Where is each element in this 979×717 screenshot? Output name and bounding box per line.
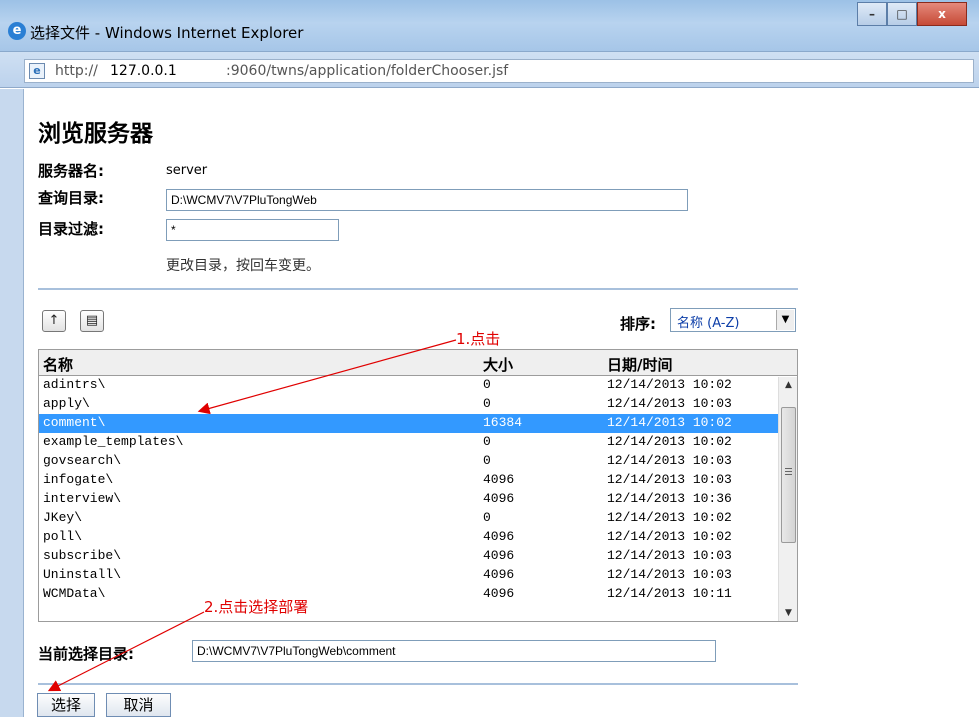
- list-item[interactable]: interview\ 4096 12/14/2013 10:36: [39, 490, 797, 509]
- cancel-button[interactable]: 取消: [106, 693, 171, 717]
- file-name: subscribe\: [43, 548, 122, 563]
- divider: [38, 683, 798, 685]
- current-dir-label: 当前选择目录:: [38, 645, 134, 663]
- column-header-name[interactable]: 名称: [43, 354, 73, 375]
- window-frame-left: [0, 89, 24, 717]
- chevron-down-icon[interactable]: ▼: [776, 310, 794, 330]
- address-field[interactable]: e http:// 127.0.0.1 :9060/twns/applicati…: [24, 59, 974, 83]
- server-value: server: [166, 163, 208, 178]
- ie-logo-icon: e: [8, 22, 26, 40]
- file-date: 12/14/2013 10:02: [607, 434, 732, 449]
- file-size: 0: [483, 453, 491, 468]
- file-name: poll\: [43, 529, 83, 544]
- list-scrollbar[interactable]: ▲ ▼: [778, 377, 797, 621]
- file-date: 12/14/2013 10:03: [607, 548, 732, 563]
- file-size: 0: [483, 510, 491, 525]
- file-date: 12/14/2013 10:11: [607, 586, 732, 601]
- file-date: 12/14/2013 10:03: [607, 453, 732, 468]
- close-button[interactable]: x: [917, 2, 967, 26]
- address-bar: e http:// 127.0.0.1 :9060/twns/applicati…: [0, 52, 979, 88]
- file-size: 4096: [483, 586, 515, 601]
- address-host: 127.0.0.1: [110, 63, 177, 79]
- grip-icon: [785, 468, 792, 475]
- directory-label: 查询目录:: [38, 189, 104, 207]
- scroll-thumb[interactable]: [781, 407, 796, 543]
- file-size: 4096: [483, 567, 515, 582]
- list-item[interactable]: adintrs\ 0 12/14/2013 10:02: [39, 376, 797, 395]
- new-folder-button[interactable]: ▤: [80, 310, 104, 332]
- file-date: 12/14/2013 10:03: [607, 396, 732, 411]
- file-date: 12/14/2013 10:03: [607, 567, 732, 582]
- file-size: 4096: [483, 548, 515, 563]
- annotation-step1: 1.点击: [456, 330, 501, 348]
- filter-label: 目录过滤:: [38, 220, 104, 238]
- list-item[interactable]: comment\ 16384 12/14/2013 10:02: [39, 414, 797, 433]
- file-name: WCMData\: [43, 586, 106, 601]
- list-item[interactable]: subscribe\ 4096 12/14/2013 10:03: [39, 547, 797, 566]
- filter-input[interactable]: *: [166, 219, 339, 241]
- file-name: example_templates\: [43, 434, 184, 449]
- file-name: govsearch\: [43, 453, 122, 468]
- file-date: 12/14/2013 10:03: [607, 472, 732, 487]
- list-item[interactable]: Uninstall\ 4096 12/14/2013 10:03: [39, 566, 797, 585]
- file-name: comment\: [43, 415, 106, 430]
- file-name: JKey\: [43, 510, 83, 525]
- annotation-step2: 2.点击选择部署: [204, 598, 309, 616]
- maximize-button[interactable]: □: [887, 2, 917, 26]
- file-date: 12/14/2013 10:02: [607, 377, 732, 392]
- scroll-down-icon[interactable]: ▼: [779, 605, 798, 621]
- file-size: 4096: [483, 472, 515, 487]
- file-date: 12/14/2013 10:36: [607, 491, 732, 506]
- list-header: 名称 大小 日期/时间: [38, 349, 798, 376]
- window-title: 选择文件 - Windows Internet Explorer: [30, 24, 304, 42]
- current-dir-field[interactable]: D:\WCMV7\V7PluTongWeb\comment: [192, 640, 716, 662]
- up-arrow-icon: ↑: [48, 313, 60, 328]
- address-prefix: http://: [55, 63, 98, 79]
- list-item[interactable]: WCMData\ 4096 12/14/2013 10:11: [39, 585, 797, 604]
- file-name: adintrs\: [43, 377, 106, 392]
- divider: [38, 288, 798, 290]
- minimize-button[interactable]: –: [857, 2, 887, 26]
- list-item[interactable]: JKey\ 0 12/14/2013 10:02: [39, 509, 797, 528]
- parent-folder-button[interactable]: ↑: [42, 310, 66, 332]
- page-icon: e: [29, 63, 45, 79]
- directory-hint: 更改目录，按回车变更。: [166, 258, 320, 274]
- file-date: 12/14/2013 10:02: [607, 529, 732, 544]
- file-size: 4096: [483, 491, 515, 506]
- sort-label: 排序:: [620, 315, 656, 333]
- file-name: infogate\: [43, 472, 114, 487]
- column-header-size[interactable]: 大小: [483, 354, 513, 375]
- list-item[interactable]: [39, 604, 797, 621]
- select-button[interactable]: 选择: [37, 693, 95, 717]
- file-size: 0: [483, 377, 491, 392]
- file-name: interview\: [43, 491, 122, 506]
- page-title: 浏览服务器: [38, 121, 153, 147]
- file-size: 4096: [483, 529, 515, 544]
- list-item[interactable]: infogate\ 4096 12/14/2013 10:03: [39, 471, 797, 490]
- file-list[interactable]: adintrs\ 0 12/14/2013 10:02 apply\ 0 12/14/20…: [38, 376, 798, 622]
- window-controls: – □ x: [857, 2, 967, 26]
- scroll-up-icon[interactable]: ▲: [779, 377, 798, 393]
- file-date: 12/14/2013 10:02: [607, 415, 732, 430]
- file-size: 0: [483, 396, 491, 411]
- list-item[interactable]: example_templates\ 0 12/14/2013 10:02: [39, 433, 797, 452]
- directory-input[interactable]: D:\WCMV7\V7PluTongWeb: [166, 189, 688, 211]
- file-size: 16384: [483, 415, 523, 430]
- list-item[interactable]: govsearch\ 0 12/14/2013 10:03: [39, 452, 797, 471]
- list-item[interactable]: apply\ 0 12/14/2013 10:03: [39, 395, 797, 414]
- file-date: 12/14/2013 10:02: [607, 510, 732, 525]
- column-header-date[interactable]: 日期/时间: [607, 354, 672, 375]
- address-path: :9060/twns/application/folderChooser.jsf: [226, 63, 509, 79]
- sort-select[interactable]: 名称 (A-Z) ▼: [670, 308, 796, 332]
- list-item[interactable]: poll\ 4096 12/14/2013 10:02: [39, 528, 797, 547]
- file-name: apply\: [43, 396, 90, 411]
- file-size: 0: [483, 434, 491, 449]
- folder-icon: ▤: [85, 313, 99, 328]
- title-bar: e 选择文件 - Windows Internet Explorer – □ x: [0, 0, 979, 52]
- file-name: Uninstall\: [43, 567, 122, 582]
- server-label: 服务器名:: [38, 162, 104, 180]
- sort-value: 名称 (A-Z): [677, 316, 740, 331]
